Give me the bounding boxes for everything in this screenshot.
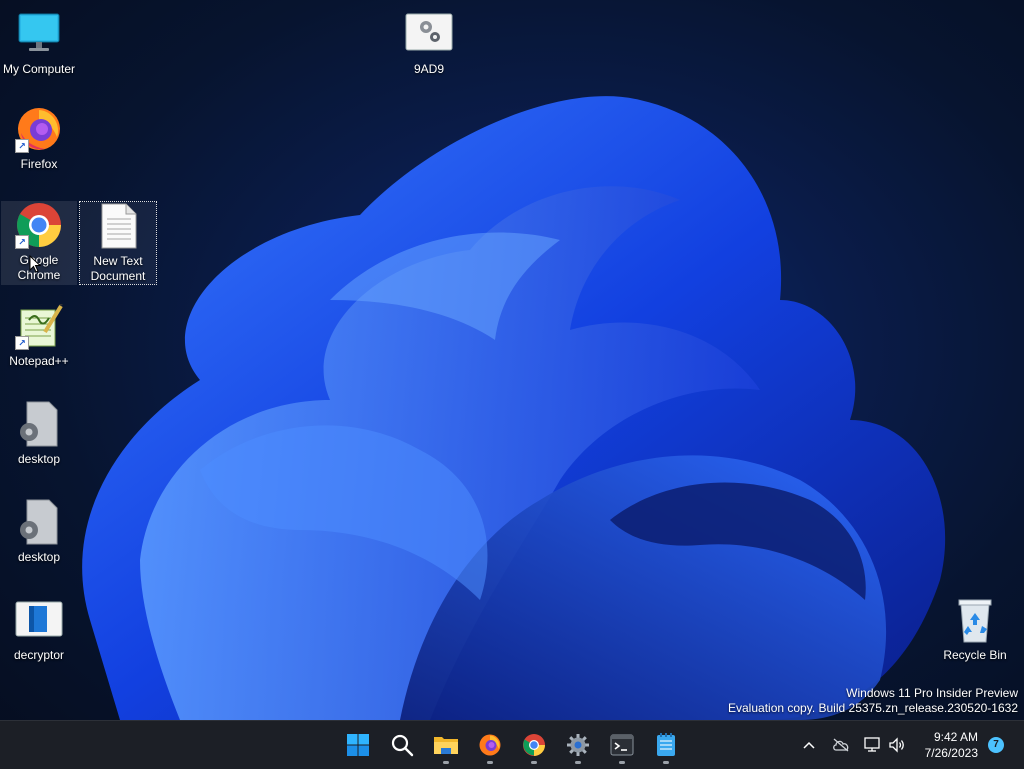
chrome-icon: ↗	[15, 201, 63, 249]
taskbar-terminal-button[interactable]	[602, 725, 642, 765]
clock-date: 7/26/2023	[924, 746, 978, 760]
taskbar-settings-button[interactable]	[558, 725, 598, 765]
search-icon	[391, 734, 414, 757]
wallpaper-bloom	[82, 96, 946, 720]
desktop-icon-label: desktop	[17, 550, 61, 564]
notification-center-badge[interactable]: 7	[988, 737, 1004, 753]
monitor-icon	[15, 10, 63, 58]
cloud-offline-icon	[833, 738, 849, 752]
desktop-icon-notepad-plus-plus[interactable]: ↗ Notepad++	[1, 302, 77, 369]
mouse-pointer-icon	[29, 255, 41, 273]
running-indicator	[531, 761, 537, 764]
speaker-icon	[889, 737, 904, 753]
running-indicator	[619, 761, 625, 764]
desktop-icon-desktop-2[interactable]: desktop	[1, 498, 77, 565]
taskbar-file-explorer-button[interactable]	[426, 725, 466, 765]
windows-start-icon	[347, 734, 369, 756]
desktop-icon-label: desktop	[17, 452, 61, 466]
taskbar-chrome-button[interactable]	[514, 725, 554, 765]
desktop-icon-label: Recycle Bin	[943, 648, 1007, 662]
recycle-bin-icon	[951, 596, 999, 644]
shortcut-arrow-icon: ↗	[15, 139, 29, 153]
watermark-line-2: Evaluation copy. Build 25375.zn_release.…	[728, 701, 1018, 715]
tray-network-button[interactable]	[862, 721, 884, 769]
taskbar-search-button[interactable]	[382, 725, 422, 765]
network-icon	[864, 737, 880, 752]
taskbar: 9:42 AM 7/26/2023 7	[0, 720, 1024, 769]
evaluation-watermark: Windows 11 Pro Insider Preview Evaluatio…	[728, 686, 1018, 716]
text-file-icon	[94, 202, 142, 250]
folder-icon	[434, 737, 458, 754]
gear-icon	[567, 734, 589, 756]
chrome-icon	[523, 734, 545, 756]
watermark-line-1: Windows 11 Pro Insider Preview	[846, 686, 1018, 700]
running-indicator	[575, 761, 581, 764]
desktop-icon-new-text-document[interactable]: New Text Document	[79, 201, 157, 285]
firefox-icon	[479, 734, 501, 756]
firefox-icon: ↗	[15, 105, 63, 153]
running-indicator	[663, 761, 669, 764]
desktop-icon-decryptor[interactable]: decryptor	[1, 596, 77, 663]
desktop-icon-9ad9[interactable]: 9AD9	[391, 10, 467, 77]
running-indicator	[487, 761, 493, 764]
settings-file-icon	[15, 498, 63, 546]
tray-volume-button[interactable]	[886, 721, 908, 769]
desktop-icon-label: 9AD9	[413, 62, 445, 76]
chevron-up-icon	[803, 741, 815, 749]
taskbar-clock[interactable]: 9:42 AM 7/26/2023	[925, 729, 978, 761]
taskbar-notepad-button[interactable]	[646, 725, 686, 765]
shortcut-arrow-icon: ↗	[15, 235, 29, 249]
desktop-icon-label: Notepad++	[9, 354, 69, 368]
settings-file-icon	[15, 400, 63, 448]
shortcut-arrow-icon: ↗	[15, 336, 29, 350]
taskbar-start-button[interactable]	[338, 725, 378, 765]
desktop-icon-label: decryptor	[13, 648, 65, 662]
terminal-icon	[610, 734, 634, 756]
desktop-icon-label: Firefox	[20, 157, 58, 171]
notepad-icon	[657, 733, 675, 756]
running-indicator	[443, 761, 449, 764]
desktop-icon-label: My Computer	[2, 62, 76, 76]
desktop-icon-my-computer[interactable]: My Computer	[1, 10, 77, 77]
desktop-icon-firefox[interactable]: ↗ Firefox	[1, 105, 77, 172]
clock-time: 9:42 AM	[933, 730, 978, 744]
desktop-icon-desktop-1[interactable]: desktop	[1, 400, 77, 467]
tray-overflow-button[interactable]	[798, 721, 820, 769]
tray-onedrive-button[interactable]	[830, 721, 852, 769]
app-window-icon	[15, 596, 63, 644]
desktop-icon-recycle-bin[interactable]: Recycle Bin	[937, 596, 1013, 663]
taskbar-firefox-button[interactable]	[470, 725, 510, 765]
notepad-plus-plus-icon: ↗	[15, 302, 63, 350]
settings-file-icon	[405, 10, 453, 58]
desktop-icon-label: New Text Document	[90, 254, 146, 283]
